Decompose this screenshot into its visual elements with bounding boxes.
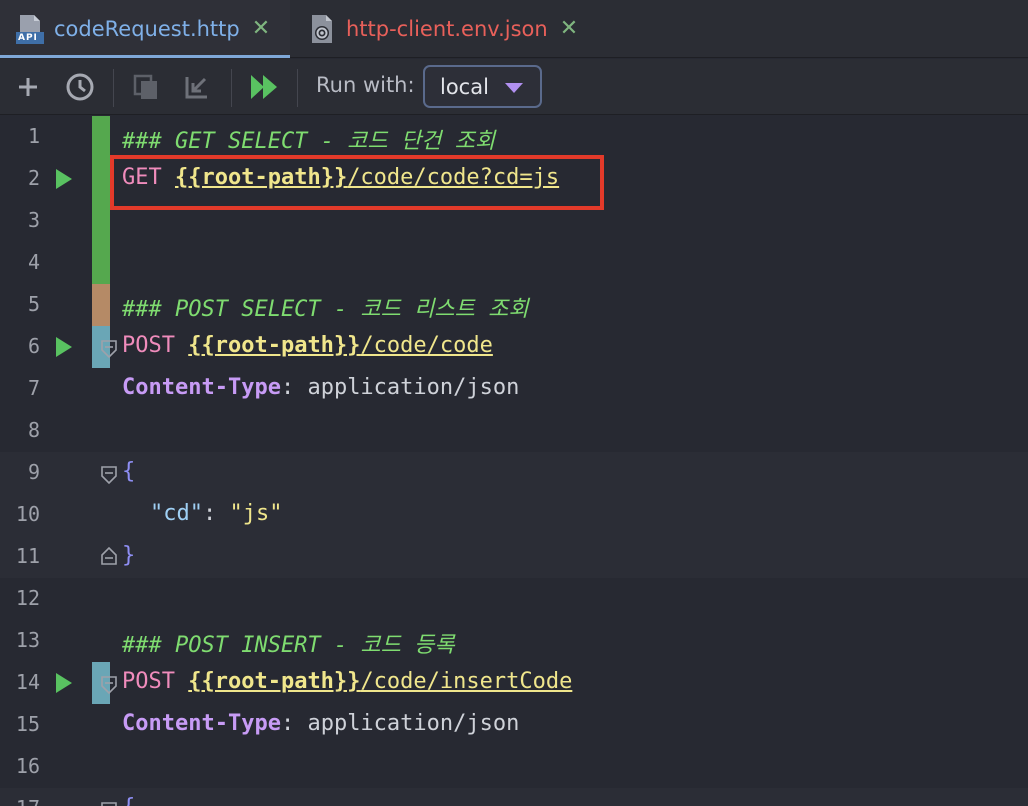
close-tab-icon[interactable]: ✕	[252, 18, 270, 40]
annotation-highlight-box	[110, 155, 604, 210]
line-number: 13	[15, 628, 40, 652]
line-number: 6	[27, 334, 40, 358]
copy-button[interactable]	[130, 71, 162, 103]
code-line: 8	[0, 410, 1028, 452]
editor-tab-bar: API codeRequest.http ✕ http-client.env.j…	[0, 0, 1028, 58]
line-number: 7	[27, 376, 40, 400]
request-path: /code/insertCode	[360, 669, 573, 694]
request-line: POST {{root-path}}/code/insertCode	[122, 669, 572, 694]
run-request-icon[interactable]	[56, 673, 72, 693]
environment-select[interactable]: local	[423, 65, 542, 108]
code-line: 17 {	[0, 788, 1028, 806]
line-number: 9	[27, 460, 40, 484]
import-icon	[185, 77, 207, 99]
line-number: 16	[15, 754, 40, 778]
request-comment: ### POST INSERT - 코드 등록	[122, 633, 455, 658]
line-number: 8	[27, 418, 40, 442]
toolbar-separator	[113, 69, 114, 107]
code-line: 1 ### GET SELECT - 코드 단건 조회	[0, 116, 1028, 158]
header-line: Content-Type: application/json	[122, 375, 520, 400]
line-number: 11	[15, 544, 40, 568]
json-key: "cd"	[150, 501, 203, 526]
http-file-icon-label: API	[18, 33, 38, 43]
request-comment: ### GET SELECT - 코드 단건 조회	[122, 129, 496, 154]
code-line: 5 ### POST SELECT - 코드 리스트 조회	[0, 284, 1028, 326]
code-editor[interactable]: 1 ### GET SELECT - 코드 단건 조회 2 GET {{root…	[0, 116, 1028, 806]
fold-end-icon[interactable]	[101, 547, 117, 565]
code-line: 12	[0, 578, 1028, 620]
run-request-icon[interactable]	[56, 169, 72, 189]
http-method: POST	[122, 333, 175, 358]
active-tab-indicator	[0, 55, 290, 58]
code-line: 6 POST {{root-path}}/code/code	[0, 326, 1028, 368]
json-entry: "cd": "js"	[150, 501, 283, 526]
toolbar-separator	[297, 69, 298, 107]
run-request-icon[interactable]	[56, 337, 72, 357]
history-icon	[66, 73, 94, 101]
fold-start-icon[interactable]	[101, 802, 117, 806]
import-button[interactable]	[181, 71, 213, 103]
request-comment: ### POST SELECT - 코드 리스트 조회	[122, 297, 529, 322]
header-name: Content-Type	[122, 711, 281, 736]
http-file-icon: API	[14, 13, 46, 45]
code-line: 4	[0, 242, 1028, 284]
add-request-button[interactable]	[12, 71, 44, 103]
code-line: 9 {	[0, 452, 1028, 494]
tab-label: codeRequest.http	[54, 17, 240, 41]
http-client-toolbar: Run with: local	[0, 59, 1028, 115]
env-config-file-icon	[306, 13, 338, 45]
tab-http-client-env-json[interactable]: http-client.env.json ✕	[290, 0, 590, 58]
header-line: Content-Type: application/json	[122, 711, 520, 736]
line-number: 5	[27, 292, 40, 316]
line-number: 1	[27, 124, 40, 148]
code-line: 11 }	[0, 536, 1028, 578]
fold-start-icon[interactable]	[101, 340, 117, 358]
request-line: POST {{root-path}}/code/code	[122, 333, 493, 358]
json-brace: {	[122, 795, 135, 806]
env-variable[interactable]: {{root-path}}	[188, 669, 360, 694]
line-number: 14	[15, 670, 40, 694]
json-value: "js"	[229, 501, 283, 526]
line-number: 12	[15, 586, 40, 610]
code-line: 13 ### POST INSERT - 코드 등록	[0, 620, 1028, 662]
fold-start-icon[interactable]	[101, 466, 117, 484]
toolbar-separator	[231, 69, 232, 107]
code-line: 15 Content-Type: application/json	[0, 704, 1028, 746]
environment-value: local	[440, 74, 489, 99]
code-line: 16	[0, 746, 1028, 788]
run-all-icon	[251, 75, 277, 99]
fold-start-icon[interactable]	[101, 676, 117, 694]
line-number: 2	[27, 166, 40, 190]
copy-icon	[133, 74, 157, 99]
code-line: 14 POST {{root-path}}/code/insertCode	[0, 662, 1028, 704]
http-method: POST	[122, 669, 175, 694]
line-number: 4	[27, 250, 40, 274]
tab-label: http-client.env.json	[346, 17, 548, 41]
history-button[interactable]	[64, 71, 96, 103]
header-name: Content-Type	[122, 375, 281, 400]
json-brace: }	[122, 543, 136, 568]
line-number: 3	[27, 208, 40, 232]
close-tab-icon[interactable]: ✕	[560, 18, 578, 40]
line-number: 17	[0, 796, 40, 806]
run-with-label: Run with:	[316, 73, 415, 97]
env-variable[interactable]: {{root-path}}	[188, 333, 360, 358]
json-brace: {	[122, 459, 136, 484]
tab-coderequest-http[interactable]: API codeRequest.http ✕	[0, 0, 290, 58]
code-line: 7 Content-Type: application/json	[0, 368, 1028, 410]
code-line: 10 "cd": "js"	[0, 494, 1028, 536]
run-all-requests-button[interactable]	[248, 71, 280, 103]
request-path: /code/code	[360, 333, 493, 358]
line-number: 15	[15, 712, 40, 736]
header-value: application/json	[307, 711, 520, 736]
header-value: application/json	[307, 375, 520, 400]
chevron-down-icon	[505, 83, 523, 93]
line-number: 10	[15, 502, 40, 526]
add-request-icon	[19, 78, 37, 96]
